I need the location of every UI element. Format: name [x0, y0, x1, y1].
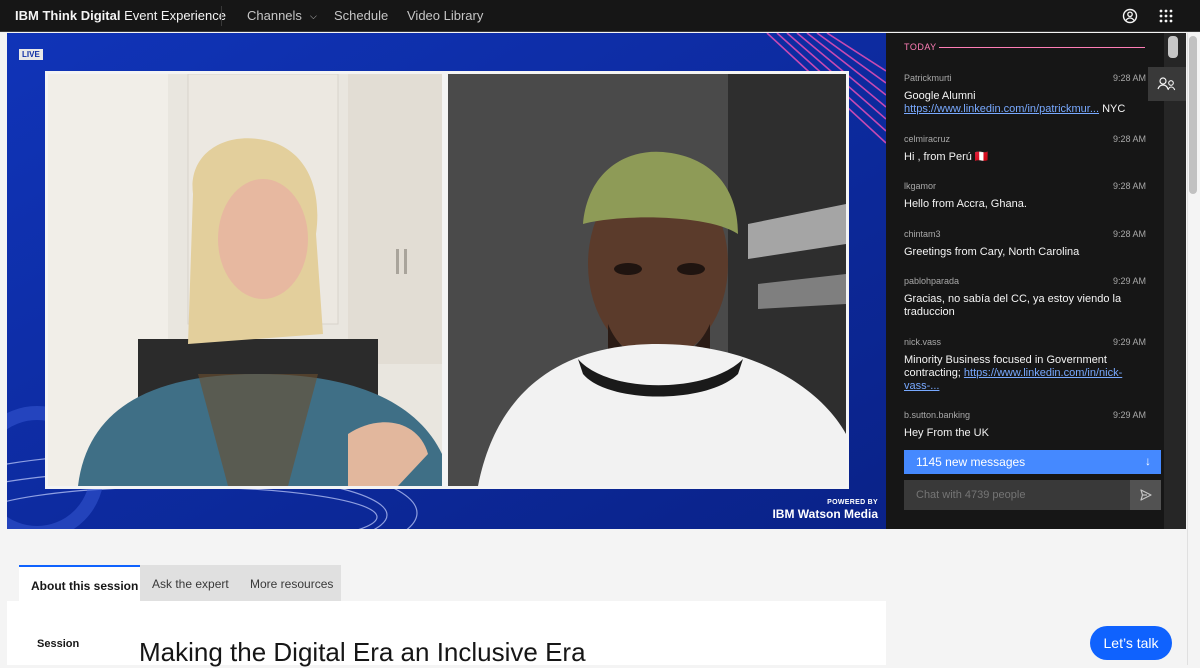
top-navigation-bar: IBM Think Digital Event Experience Chann… [0, 0, 1200, 32]
header-divider [221, 6, 222, 26]
message-username: Patrickmurti [904, 73, 952, 83]
message-text: Hello from Accra, Ghana. [904, 198, 1027, 210]
message-username: celmiracruz [904, 134, 951, 144]
send-button[interactable] [1130, 480, 1161, 510]
message-link[interactable]: https://www.linkedin.com/in/patrickmur..… [904, 103, 1099, 115]
chevron-down-icon: ⌵ [309, 11, 317, 21]
powered-by-logo: POWERED BY IBM Watson Media [772, 499, 878, 521]
chat-panel: TODAY Patrickmurti 9:28 AM Google Alumni… [886, 33, 1186, 529]
app-switcher-icon[interactable] [1156, 6, 1176, 26]
brand-title[interactable]: IBM Think Digital Event Experience [15, 8, 226, 23]
powered-by-brand: IBM Watson Media [772, 507, 878, 521]
nav-channels[interactable]: Channels ⌵ [247, 8, 317, 23]
chat-message: celmiracruz 9:28 AM Hi , from Perú 🇵🇪 [904, 134, 1146, 164]
video-player[interactable]: LIVE POWERED BY IBM Watson Media [7, 33, 886, 529]
message-time: 9:29 AM [1112, 337, 1146, 347]
message-time: 9:28 AM [1112, 73, 1146, 83]
message-time: 9:28 AM [1112, 134, 1146, 144]
message-time: 9:28 AM [1112, 229, 1146, 239]
message-text: Minority Business focused in Government … [904, 354, 1146, 393]
message-username: pablohparada [904, 276, 960, 286]
chat-message: pablohparada 9:29 AM Gracias, no sabía d… [904, 276, 1146, 319]
message-username: lkgamor [904, 181, 937, 191]
message-text: Hey From the UK [904, 427, 989, 439]
message-username: b.sutton.banking [904, 410, 971, 420]
nav-video-library[interactable]: Video Library [407, 8, 483, 23]
arrow-down-icon: ↓ [1145, 454, 1151, 468]
live-badge: LIVE [19, 49, 43, 60]
message-username: nick.vass [904, 337, 942, 347]
message-text: Hi , from Perú 🇵🇪 [904, 151, 989, 163]
nav-schedule[interactable]: Schedule [334, 8, 388, 23]
message-time: 9:29 AM [1112, 276, 1146, 286]
people-icon [1157, 77, 1176, 91]
new-messages-button[interactable]: 1145 new messages ↓ [904, 450, 1161, 474]
message-time: 9:29 AM [1112, 410, 1146, 420]
message-text: Greetings from Cary, North Carolina [904, 246, 1080, 258]
page-scrollbar-thumb[interactable] [1189, 36, 1197, 194]
chat-message: lkgamor 9:28 AM Hello from Accra, Ghana. [904, 181, 1146, 211]
powered-by-label: POWERED BY [827, 499, 878, 506]
today-divider-label: TODAY [904, 42, 937, 52]
chat-message: Patrickmurti 9:28 AM Google Alumni https:… [904, 73, 1146, 116]
session-label: Session [37, 638, 80, 650]
today-divider-line [939, 47, 1145, 48]
session-title: Making the Digital Era an Inclusive Era [139, 637, 586, 667]
lets-talk-button[interactable]: Let’s talk [1090, 626, 1172, 660]
message-text-content: Google Alumni [904, 90, 976, 102]
message-time: 9:28 AM [1112, 181, 1146, 191]
message-text: Gracias, no sabía del CC, ya estoy viend… [904, 293, 1122, 318]
tab-ask-expert[interactable]: Ask the expert [140, 565, 238, 601]
message-username: chintam3 [904, 229, 941, 239]
message-text-suffix: NYC [1099, 103, 1126, 115]
speaker-video-right [445, 71, 849, 489]
chat-message: nick.vass 9:29 AM Minority Business focu… [904, 337, 1146, 393]
tab-about-session[interactable]: About this session [19, 565, 140, 601]
chat-scrollbar-thumb[interactable] [1168, 36, 1178, 58]
tab-more-resources[interactable]: More resources [238, 565, 341, 601]
brand-bold: IBM Think Digital [15, 8, 121, 23]
people-button[interactable] [1148, 67, 1186, 101]
brand-rest: Event Experience [120, 8, 226, 23]
send-icon [1140, 489, 1152, 501]
user-avatar-icon[interactable] [1120, 6, 1140, 26]
speaker-video-left [45, 71, 445, 489]
chat-message: chintam3 9:28 AM Greetings from Cary, No… [904, 229, 1146, 259]
new-messages-label: 1145 new messages [916, 455, 1026, 469]
chat-scrollbar[interactable] [1164, 33, 1186, 529]
message-text: Google Alumni https://www.linkedin.com/in… [904, 90, 1146, 116]
nav-channels-label: Channels [247, 8, 302, 23]
chat-message: b.sutton.banking 9:29 AM Hey From the UK [904, 410, 1146, 440]
chat-input[interactable] [904, 480, 1130, 510]
